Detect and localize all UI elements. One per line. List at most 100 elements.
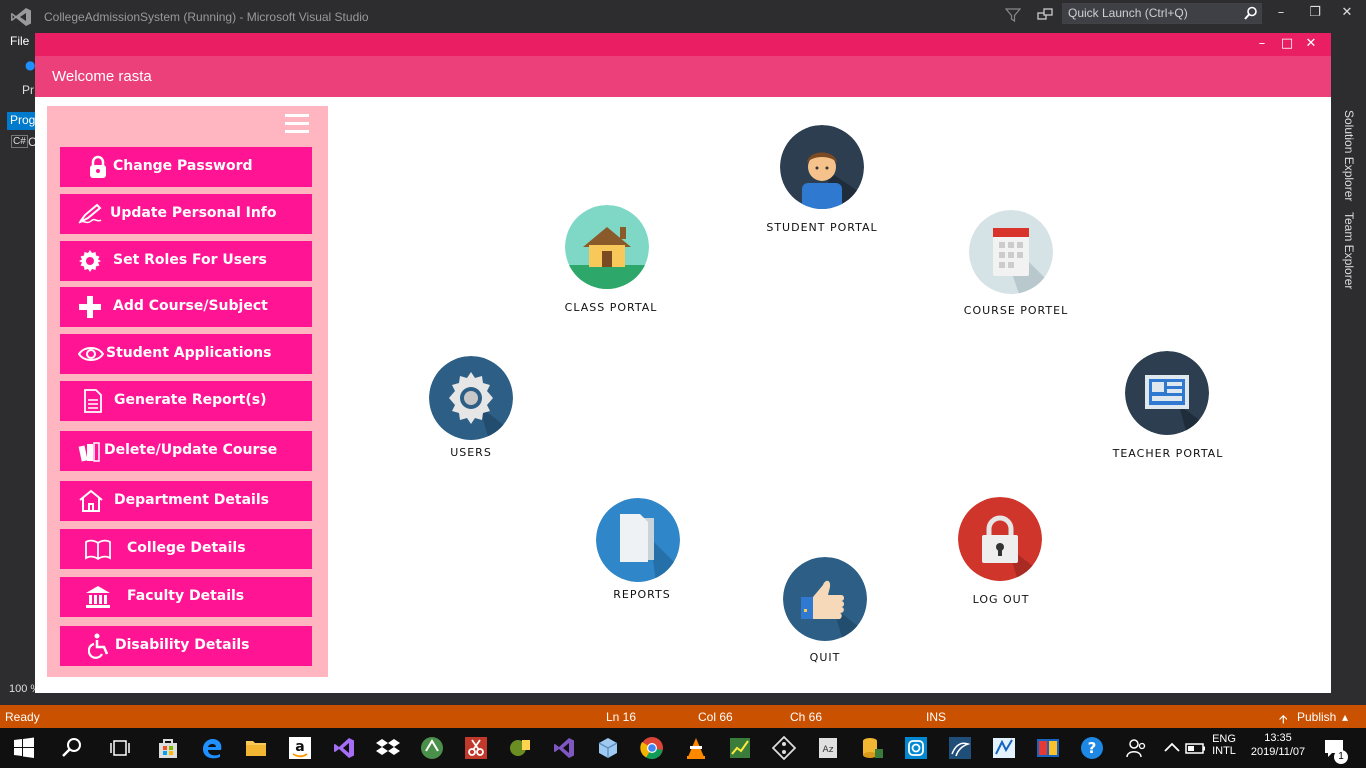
update-personal-info-button[interactable]: Update Personal Info [60, 194, 312, 234]
quick-launch-input[interactable]: Quick Launch (Ctrl+Q) [1062, 3, 1262, 24]
store-icon[interactable] [156, 736, 180, 760]
users-tile[interactable]: USERS [391, 356, 551, 476]
chart-tool-icon[interactable] [728, 736, 752, 760]
log-out-tile[interactable]: LOG OUT [921, 497, 1081, 617]
solution-explorer-tab[interactable]: Solution Explorer [1342, 110, 1356, 201]
app-titlebar: – □ ✕ [35, 33, 1331, 56]
calendar-icon[interactable] [969, 210, 1053, 294]
plus-icon [77, 294, 103, 320]
photo-viewer-icon[interactable] [1036, 736, 1060, 760]
mysql-workbench-icon[interactable] [948, 736, 972, 760]
notification-count-badge: 1 [1334, 750, 1348, 764]
restore-button[interactable]: ❐ [1308, 6, 1322, 20]
student-portal-tile[interactable]: STUDENT PORTAL [742, 125, 902, 245]
instagram-icon[interactable] [904, 736, 928, 760]
menu-file[interactable]: File [10, 34, 29, 48]
sql-server-icon[interactable] [992, 736, 1016, 760]
menu-label: Update Personal Info [110, 205, 277, 221]
status-insert-mode: INS [926, 710, 947, 724]
class-portal-label: CLASS PORTAL [564, 301, 658, 314]
status-char: Ch 66 [790, 710, 823, 724]
close-button[interactable]: ✕ [1340, 6, 1354, 20]
quit-tile[interactable]: QUIT [745, 557, 905, 677]
database-icon[interactable] [860, 736, 884, 760]
feedback-icon[interactable] [1037, 7, 1053, 23]
vs-right-panel: Solution Explorer Team Explorer [1331, 100, 1366, 700]
status-column: Col 66 [698, 710, 733, 724]
visual-studio-icon[interactable] [332, 736, 356, 760]
teacher-portal-tile[interactable]: TEACHER PORTAL [1088, 351, 1248, 471]
reports-tile[interactable]: REPORTS [562, 498, 722, 618]
package-icon[interactable] [596, 736, 620, 760]
settings-gear-icon[interactable] [429, 356, 513, 440]
add-course-subject-button[interactable]: Add Course/Subject [60, 287, 312, 327]
quit-label: QUIT [809, 651, 841, 664]
vlc-icon[interactable] [684, 736, 708, 760]
back-navigate-icon[interactable]: ● [25, 58, 35, 72]
menu-label: Generate Report(s) [114, 392, 267, 408]
edit-pen-icon [77, 201, 103, 227]
course-portal-tile[interactable]: COURSE PORTEL [936, 210, 1096, 330]
team-explorer-tab[interactable]: Team Explorer [1342, 212, 1356, 289]
status-line: Ln 16 [606, 710, 637, 724]
delete-update-course-button[interactable]: Delete/Update Course [60, 431, 312, 471]
publish-button[interactable]: Publish [1297, 710, 1336, 724]
git-icon[interactable] [772, 736, 796, 760]
snipping-tool-icon[interactable] [464, 736, 488, 760]
generate-reports-button[interactable]: Generate Report(s) [60, 381, 312, 421]
report-document-icon[interactable] [596, 498, 680, 582]
app-maximize-button[interactable]: □ [1278, 35, 1296, 53]
books-icon [76, 438, 102, 464]
disability-details-button[interactable]: Disability Details [60, 626, 312, 666]
class-portal-tile[interactable]: CLASS PORTAL [531, 205, 691, 325]
document-icon [80, 388, 106, 414]
language-indicator[interactable]: ENG INTL [1208, 733, 1240, 757]
amazon-icon[interactable]: a [288, 736, 312, 760]
house-icon[interactable] [565, 205, 649, 289]
task-view-icon[interactable] [108, 736, 132, 760]
blackboard-icon[interactable] [1125, 351, 1209, 435]
users-label: USERS [450, 446, 492, 459]
help-icon[interactable]: ? [1080, 736, 1104, 760]
app-tool-icon[interactable] [508, 736, 532, 760]
vs-code-icon[interactable] [552, 736, 576, 760]
clock-date: 2019/11/07 [1250, 746, 1306, 758]
file-explorer-icon[interactable] [244, 736, 268, 760]
publish-caret-icon[interactable]: ▴ [1342, 710, 1348, 724]
android-studio-icon[interactable] [420, 736, 444, 760]
vs-statusbar: Ready Ln 16 Col 66 Ch 66 INS 🡩 Publish ▴ [0, 705, 1366, 728]
reports-label: REPORTS [613, 588, 671, 601]
battery-icon[interactable] [1184, 736, 1208, 760]
log-out-label: LOG OUT [972, 593, 1030, 606]
student-applications-button[interactable]: Student Applications [60, 334, 312, 374]
search-icon[interactable] [60, 736, 84, 760]
program-tab[interactable]: Prog [7, 112, 35, 130]
student-icon[interactable] [780, 125, 864, 209]
clock[interactable]: 13:35 2019/11/07 [1246, 732, 1310, 758]
windows-start-icon[interactable] [12, 736, 36, 760]
search-icon[interactable] [1244, 6, 1258, 20]
thumbs-up-icon[interactable] [783, 557, 867, 641]
faculty-details-button[interactable]: Faculty Details [60, 577, 312, 617]
padlock-icon[interactable] [958, 497, 1042, 581]
minimize-button[interactable]: – [1274, 6, 1288, 20]
menu-label: Department Details [114, 492, 269, 508]
welcome-text: Welcome rasta [52, 68, 152, 85]
department-details-button[interactable]: Department Details [60, 481, 312, 521]
tray-chevron-up-icon[interactable] [1160, 736, 1184, 760]
app-close-button[interactable]: ✕ [1302, 35, 1320, 53]
filter-icon[interactable] [1005, 7, 1021, 23]
chrome-icon[interactable] [640, 736, 664, 760]
hamburger-menu-icon[interactable] [285, 114, 309, 138]
student-portal-label: STUDENT PORTAL [766, 221, 878, 234]
app-minimize-button[interactable]: – [1253, 35, 1271, 53]
people-icon[interactable] [1124, 736, 1148, 760]
dropbox-icon[interactable] [376, 736, 400, 760]
edge-icon[interactable] [200, 736, 224, 760]
svg-text:?: ? [1088, 739, 1097, 757]
college-details-button[interactable]: College Details [60, 529, 312, 569]
set-roles-for-users-button[interactable]: Set Roles For Users [60, 241, 312, 281]
properties-tab[interactable]: Pr [22, 83, 34, 97]
dictionary-icon[interactable]: Az [816, 736, 840, 760]
change-password-button[interactable]: Change Password [60, 147, 312, 187]
